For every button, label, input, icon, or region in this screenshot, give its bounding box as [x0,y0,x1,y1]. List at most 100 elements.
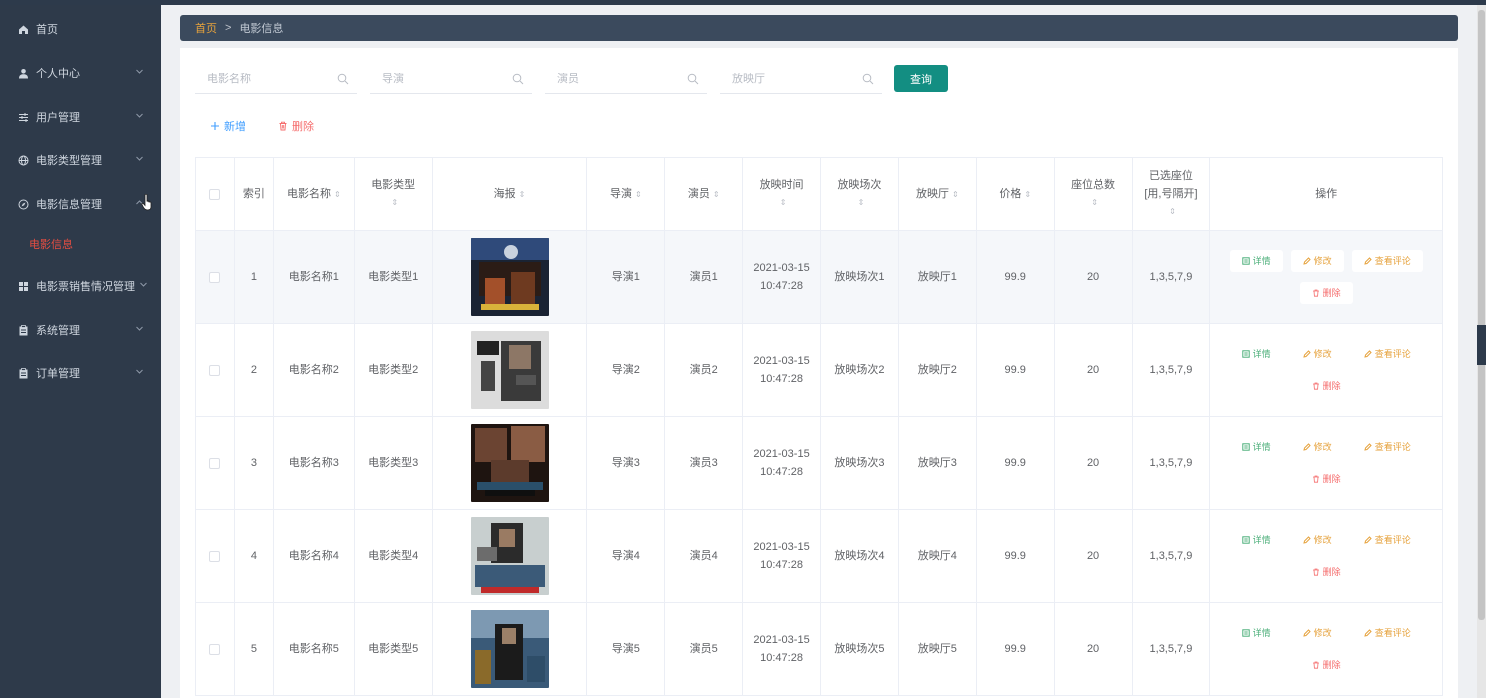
delete-button[interactable]: 删除 [1299,468,1353,490]
actor-input[interactable] [545,73,685,85]
header-seats[interactable]: 座位总数 ⇕ [1054,158,1133,231]
row-select-cell[interactable] [196,510,235,603]
add-button[interactable]: 新增 [210,118,246,134]
row-session: 放映场次3 [821,417,899,510]
header-poster[interactable]: 海报 ⇕ [432,158,588,231]
sidebar-subitem-movie-info[interactable]: 电影信息 [0,229,161,259]
breadcrumb-home[interactable]: 首页 [195,20,217,36]
row-time-value: 10:47:28 [760,559,803,571]
detail-button[interactable]: 详情 [1229,622,1283,644]
row-checkbox[interactable] [209,643,221,655]
scrollbar-thumb[interactable] [1478,10,1485,620]
view-reviews-button[interactable]: 查看评论 [1351,529,1423,551]
row-price-value: 99.9 [1004,271,1026,283]
delete-button[interactable]: 删除 [1299,282,1353,304]
row-select-cell[interactable] [196,324,235,417]
sidebar-item-user-management[interactable]: 用户管理 [0,102,161,132]
row-name-value: 电影名称2 [288,364,339,376]
edit-button[interactable]: 修改 [1290,250,1344,272]
row-name: 电影名称5 [273,603,355,696]
row-checkbox[interactable] [209,550,221,562]
chevron-down-icon [135,67,145,77]
sidebar-item-home[interactable]: 首页 [0,14,161,44]
row-hall-value: 放映厅4 [917,550,957,562]
sort-icon[interactable]: ⇕ [780,194,787,212]
delete-button[interactable]: 删除 [1299,561,1353,583]
detail-button[interactable]: 详情 [1229,250,1283,272]
header-actor[interactable]: 演员 ⇕ [665,158,744,231]
detail-button[interactable]: 详情 [1229,343,1283,365]
header-selected-seats[interactable]: 已选座位 [用,号隔开] ⇕ [1132,158,1211,231]
row-select-cell[interactable] [196,417,235,510]
movie-poster-image [470,517,549,595]
row-checkbox[interactable] [209,457,221,469]
delete-label: 删除 [1322,474,1341,484]
edit-button[interactable]: 修改 [1290,436,1344,458]
sidebar-item-movie-type-management[interactable]: 电影类型管理 [0,145,161,175]
row-seats: 20 [1054,231,1133,324]
row-director-value: 导演2 [611,364,640,376]
sort-icon[interactable]: ⇕ [858,194,865,212]
view-reviews-button[interactable]: 查看评论 [1351,343,1423,365]
edit-button[interactable]: 修改 [1290,529,1344,551]
review-label: 查看评论 [1374,256,1411,266]
header-director[interactable]: 导演 ⇕ [587,158,666,231]
edit-button[interactable]: 修改 [1290,622,1344,644]
header-price[interactable]: 价格 ⇕ [976,158,1055,231]
row-selected-value: 1,3,5,7,9 [1149,271,1193,283]
sort-icon[interactable]: ⇕ [952,190,959,199]
row-checkbox[interactable] [209,364,221,376]
chevron-down-icon [135,154,145,164]
sort-icon[interactable]: ⇕ [519,190,526,199]
sort-icon[interactable]: ⇕ [1169,203,1176,221]
header-type[interactable]: 电影类型 ⇕ [354,158,433,231]
row-checkbox[interactable] [209,271,221,283]
side-handle[interactable] [1477,325,1486,365]
sidebar-item-order-management[interactable]: 订单管理 [0,358,161,388]
sort-icon[interactable]: ⇕ [334,190,341,199]
header-price-label: 价格 [999,187,1022,200]
watermark: CSDN @计算机程序华哥 [1260,672,1439,691]
hall-input[interactable] [720,73,860,85]
row-select-cell[interactable] [196,603,235,696]
sort-icon[interactable]: ⇕ [713,190,720,199]
batch-delete-button[interactable]: 删除 [278,118,314,134]
row-seats-value: 20 [1086,643,1100,655]
row-hall-value: 放映厅1 [917,271,957,283]
sort-icon[interactable]: ⇕ [635,190,642,199]
view-reviews-button[interactable]: 查看评论 [1351,622,1423,644]
view-reviews-button[interactable]: 查看评论 [1351,436,1423,458]
header-name[interactable]: 电影名称 ⇕ [273,158,355,231]
detail-button[interactable]: 详情 [1229,529,1283,551]
edit-button[interactable]: 修改 [1290,343,1344,365]
chevron-down-icon [135,367,145,377]
query-button[interactable]: 查询 [894,65,948,92]
doc-icon [1241,629,1250,637]
header-time[interactable]: 放映时间 ⇕ [743,158,821,231]
row-name: 电影名称4 [273,510,355,603]
sidebar-item-personal-center[interactable]: 个人中心 [0,58,161,88]
row-type: 电影类型4 [354,510,433,603]
clipboard-icon [17,324,29,336]
sort-icon[interactable]: ⇕ [391,194,398,212]
view-reviews-button[interactable]: 查看评论 [1351,250,1423,272]
detail-button[interactable]: 详情 [1229,436,1283,458]
row-index: 3 [234,417,274,510]
sidebar-item-ticket-sales-management[interactable]: 电影票销售情况管理 [0,271,161,301]
sort-icon[interactable]: ⇕ [1091,194,1098,212]
movie-name-input[interactable] [195,73,335,85]
select-all-checkbox[interactable] [209,188,221,200]
sort-icon[interactable]: ⇕ [1024,190,1031,199]
trash-icon [1312,475,1319,483]
detail-label: 详情 [1252,256,1271,266]
header-select-all[interactable] [196,158,235,231]
delete-button[interactable]: 删除 [1299,375,1353,397]
sidebar-item-movie-info-management[interactable]: 电影信息管理 [0,189,161,219]
row-selected: 1,3,5,7,9 [1132,231,1211,324]
sidebar-item-system-management[interactable]: 系统管理 [0,315,161,345]
director-input[interactable] [370,73,510,85]
row-type: 电影类型1 [354,231,433,324]
header-hall[interactable]: 放映厅 ⇕ [898,158,977,231]
row-select-cell[interactable] [196,231,235,324]
header-session[interactable]: 放映场次 ⇕ [821,158,899,231]
